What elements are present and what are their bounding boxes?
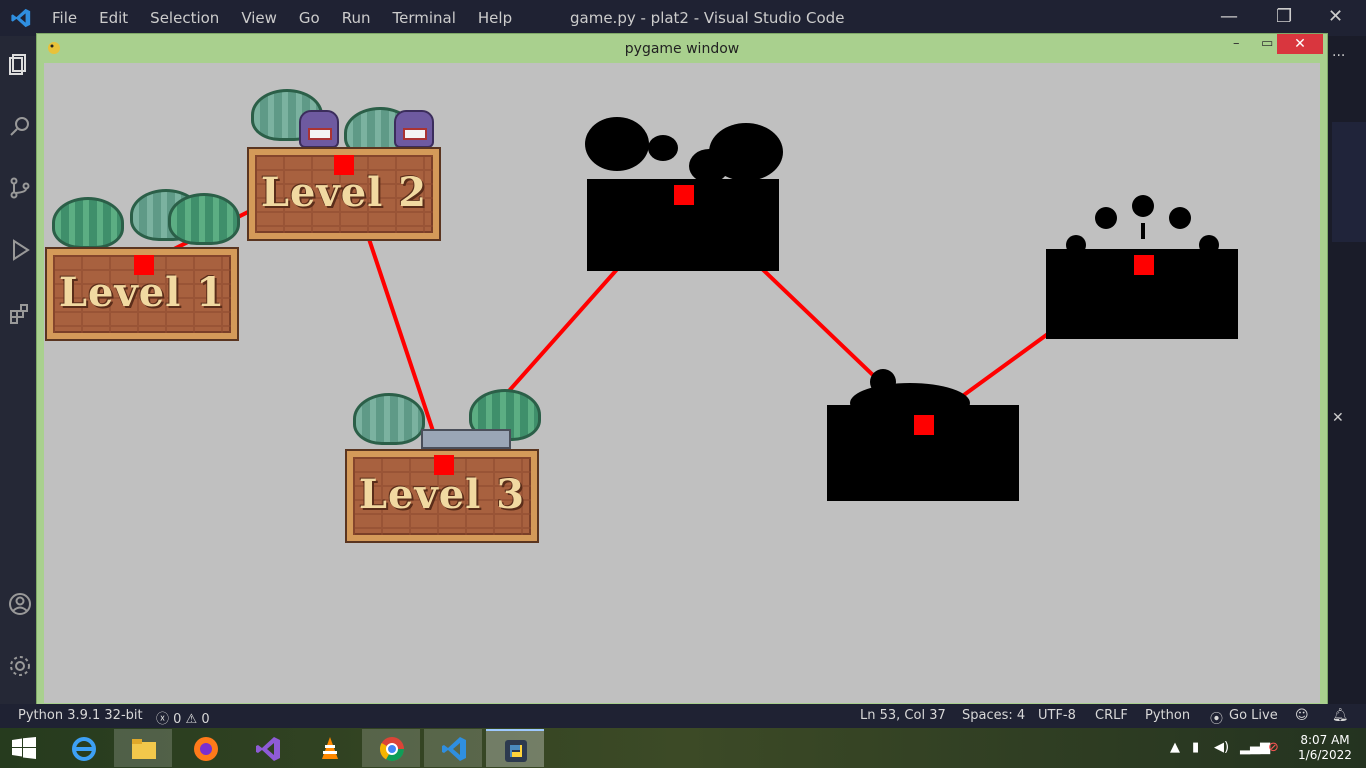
vscode-titlebar: File Edit Selection View Go Run Terminal…	[0, 0, 1366, 36]
menu-help[interactable]: Help	[478, 9, 512, 27]
more-actions-icon[interactable]: ···	[1332, 48, 1345, 64]
silhouette-blob	[1169, 207, 1191, 229]
game-canvas[interactable]: Level 1 Level 2 Level 3	[44, 63, 1320, 703]
menu-go[interactable]: Go	[299, 9, 320, 27]
taskbar-visual-studio[interactable]	[238, 729, 296, 767]
visual-studio-icon	[256, 737, 280, 761]
menu-view[interactable]: View	[241, 9, 277, 27]
no-internet-icon[interactable]: ⊘	[1268, 740, 1279, 755]
menu-selection[interactable]: Selection	[150, 9, 219, 27]
vscode-restore-button[interactable]: ❐	[1276, 6, 1292, 27]
folder-icon	[132, 739, 156, 759]
silhouette-blob	[1132, 195, 1154, 217]
activity-bar	[0, 36, 36, 704]
taskbar-chrome[interactable]	[362, 729, 420, 767]
taskbar-internet-explorer[interactable]	[54, 729, 112, 767]
end-of-line[interactable]: CRLF	[1095, 708, 1128, 723]
panel-close-icon[interactable]: ✕	[1332, 410, 1344, 426]
search-icon[interactable]	[8, 114, 32, 138]
broadcast-icon: ⦿	[1210, 712, 1224, 727]
python-interpreter[interactable]: Python 3.9.1 32-bit	[18, 708, 143, 723]
vscode-close-button[interactable]: ✕	[1328, 6, 1343, 27]
volume-icon[interactable]: ◀)	[1214, 740, 1229, 755]
windows-taskbar: ▲ ▮ ◀) ▂▄▆ ⊘ 8:07 AM 1/6/2022	[0, 728, 1366, 768]
clock-date: 1/6/2022	[1298, 748, 1352, 762]
pygame-titlebar[interactable]: pygame window – ▭ ✕	[37, 34, 1327, 62]
taskbar-python[interactable]	[486, 729, 544, 767]
silhouette-blob	[689, 149, 729, 183]
taskbar-firefox[interactable]	[176, 729, 234, 767]
level-5-marker	[914, 415, 934, 435]
editor-right-edge: ··· ✕	[1326, 36, 1366, 704]
run-debug-icon[interactable]	[8, 238, 32, 262]
python-icon	[505, 740, 527, 762]
language-mode[interactable]: Python	[1145, 708, 1190, 723]
level1-bush-icon	[168, 193, 240, 245]
chrome-icon	[379, 737, 404, 762]
vscode-minimize-button[interactable]: —	[1220, 6, 1238, 27]
pygame-minimize-button[interactable]: –	[1233, 36, 1240, 51]
enemy-monster-icon	[394, 110, 434, 148]
silhouette-blob	[1095, 207, 1117, 229]
account-icon[interactable]	[8, 592, 32, 616]
pygame-window: pygame window – ▭ ✕ Level 1 Level 2 Leve…	[36, 33, 1328, 711]
level-3-label: Level 3	[358, 471, 526, 518]
level-4-marker	[674, 185, 694, 205]
menu-file[interactable]: File	[52, 9, 77, 27]
settings-gear-icon[interactable]	[8, 654, 32, 678]
window-title: game.py - plat2 - Visual Studio Code	[570, 9, 845, 27]
silhouette-blob	[648, 135, 678, 161]
level-1-marker	[134, 255, 154, 275]
system-clock[interactable]: 8:07 AM 1/6/2022	[1290, 733, 1360, 763]
menu-bar: File Edit Selection View Go Run Terminal…	[52, 0, 534, 36]
taskbar-file-explorer[interactable]	[114, 729, 172, 767]
show-hidden-icons-icon[interactable]: ▲	[1170, 740, 1180, 755]
level-1-label: Level 1	[58, 269, 226, 316]
menu-terminal[interactable]: Terminal	[393, 9, 456, 27]
cursor-position[interactable]: Ln 53, Col 37	[860, 708, 946, 723]
explorer-icon[interactable]	[8, 52, 32, 76]
extensions-icon[interactable]	[8, 302, 32, 326]
pygame-maximize-button[interactable]: ▭	[1261, 36, 1273, 51]
menu-run[interactable]: Run	[342, 9, 371, 27]
pygame-window-title: pygame window	[624, 41, 740, 57]
taskbar-vlc[interactable]	[300, 729, 358, 767]
vscode-icon	[442, 737, 466, 761]
status-bar: Python 3.9.1 32-bit ⓧ 0 ⚠ 0 Ln 53, Col 3…	[0, 704, 1366, 728]
level3-bush-icon	[353, 393, 425, 445]
source-control-icon[interactable]	[8, 176, 32, 200]
taskbar-vscode[interactable]	[424, 729, 482, 767]
silhouette-blob	[585, 117, 649, 171]
level-2-marker	[334, 155, 354, 175]
feedback-icon[interactable]: ☺	[1295, 708, 1309, 723]
minimap[interactable]	[1332, 122, 1366, 242]
level-2-label: Level 2	[260, 169, 428, 216]
notifications-bell-icon[interactable]: 🔔︎	[1332, 708, 1349, 723]
level-6-marker	[1134, 255, 1154, 275]
enemy-monster-icon	[299, 110, 339, 148]
level-path	[143, 162, 1146, 466]
battery-icon[interactable]: ▮	[1192, 740, 1199, 755]
level-3-marker	[434, 455, 454, 475]
vlc-cone-icon	[322, 737, 338, 759]
indentation[interactable]: Spaces: 4	[962, 708, 1025, 723]
pygame-close-button[interactable]: ✕	[1277, 34, 1323, 54]
network-signal-icon[interactable]: ▂▄▆	[1240, 740, 1270, 755]
problems-count[interactable]: ⓧ 0 ⚠ 0	[156, 708, 210, 727]
silhouette-stem	[1141, 223, 1145, 239]
clock-time: 8:07 AM	[1300, 733, 1350, 747]
internet-explorer-icon	[72, 737, 96, 761]
go-live-button[interactable]: Go Live	[1229, 708, 1278, 723]
vscode-logo-icon[interactable]	[10, 7, 32, 29]
windows-start-icon[interactable]	[12, 737, 36, 759]
level1-bush-icon	[52, 197, 124, 249]
crate-icon	[421, 429, 511, 449]
menu-edit[interactable]: Edit	[99, 9, 128, 27]
file-encoding[interactable]: UTF-8	[1038, 708, 1076, 723]
firefox-icon	[194, 737, 218, 761]
